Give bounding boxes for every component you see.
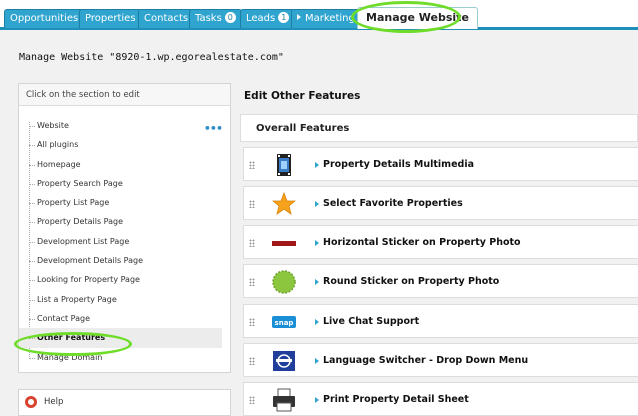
tab-label: Leads [246,13,276,24]
section-label: Overall Features [256,123,350,134]
section-tree-header: Click on the section to edit [19,84,230,106]
content-title: Edit Other Features [244,90,361,102]
sidebar-item-all-plugins[interactable]: All plugins [19,135,230,154]
sidebar-item-looking-for-property-page[interactable]: Looking for Property Page [19,270,230,289]
tasks-count-badge: 0 [224,12,236,23]
sidebar-item-development-list-page[interactable]: Development List Page [19,232,230,251]
drag-handle-icon[interactable] [249,200,255,208]
expand-arrow-icon[interactable] [315,162,319,168]
feature-label: Print Property Detail Sheet [323,394,469,405]
snap-chat-icon-text: snap [275,319,294,327]
sidebar-item-website[interactable]: Website ••• [19,116,230,135]
sidebar-item-property-list-page[interactable]: Property List Page [19,193,230,212]
sidebar-item-property-search-page[interactable]: Property Search Page [19,174,230,193]
tab-label: Tasks [195,13,222,24]
expand-arrow-icon[interactable] [315,240,319,246]
horizontal-sticker-icon [272,241,296,246]
tab-leads[interactable]: Leads 1 [240,9,296,28]
top-nav: Opportunities Properties Contacts Tasks 0… [0,0,638,33]
sidebar-item-label: Contact Page [37,313,91,323]
sidebar-item-label: Website [37,121,69,130]
drag-handle-icon[interactable] [249,396,255,404]
feature-row-print-property-detail-sheet[interactable]: Print Property Detail Sheet [243,382,638,416]
sidebar-item-property-details-page[interactable]: Property Details Page [19,212,230,231]
tab-contacts[interactable]: Contacts [138,9,195,28]
drag-handle-icon[interactable] [249,318,255,326]
expand-arrow-icon[interactable] [315,397,319,403]
expand-arrow-icon[interactable] [315,279,319,285]
sidebar-item-label: All plugins [37,140,79,150]
sidebar-item-label: List a Property Page [37,294,117,304]
feature-row-horizontal-sticker[interactable]: Horizontal Sticker on Property Photo [243,225,638,259]
section-tree-panel: Click on the section to edit Website •••… [18,83,231,373]
lifebuoy-icon [25,396,37,408]
help-label: Help [44,397,64,407]
sidebar-item-list-a-property-page[interactable]: List a Property Page [19,290,230,309]
leads-count-badge: 1 [278,12,290,23]
sidebar-item-label: Property Search Page [37,178,123,188]
drag-handle-icon[interactable] [249,239,255,247]
tab-properties[interactable]: Properties [79,9,142,28]
feature-label: Property Details Multimedia [323,159,474,170]
feature-label: Language Switcher - Drop Down Menu [323,355,529,366]
sidebar-item-label: Looking for Property Page [37,275,140,285]
sidebar-item-label: Development List Page [37,236,130,246]
expand-arrow-icon[interactable] [315,358,319,364]
film-icon [277,154,291,176]
page-title: Manage Website "8920-1.wp.egorealestate.… [19,52,284,63]
feature-label: Round Sticker on Property Photo [323,276,500,287]
feature-label: Select Favorite Properties [323,198,463,209]
feature-row-live-chat-support[interactable]: snap Live Chat Support [243,304,638,338]
drag-handle-icon[interactable] [249,161,255,169]
help-panel[interactable]: Help [18,389,231,416]
tab-tasks[interactable]: Tasks 0 [189,9,242,28]
tab-opportunities[interactable]: Opportunities [4,9,85,28]
overall-features-header: Overall Features [240,114,638,142]
feature-label: Live Chat Support [323,316,420,327]
sidebar-item-label: Development Details Page [37,256,144,266]
tab-label: Opportunities [10,13,79,24]
sidebar-item-label: Property List Page [37,198,110,208]
snap-chat-icon: snap [272,316,296,328]
feature-row-property-details-multimedia[interactable]: Property Details Multimedia [243,147,638,181]
sidebar-item-development-details-page[interactable]: Development Details Page [19,251,230,270]
language-flag-icon [273,351,295,371]
printer-icon [273,388,295,412]
sidebar-item-label: Homepage [37,159,81,169]
sidebar-item-homepage[interactable]: Homepage [19,155,230,174]
play-arrow-icon [297,14,301,20]
drag-handle-icon[interactable] [249,357,255,365]
expand-arrow-icon[interactable] [315,201,319,207]
sidebar-item-contact-page[interactable]: Contact Page [19,309,230,328]
expand-arrow-icon[interactable] [315,319,319,325]
sidebar-item-label: Property Details Page [37,217,124,227]
feature-row-language-switcher[interactable]: Language Switcher - Drop Down Menu [243,343,638,377]
tab-highlight-circle [351,1,461,33]
drag-handle-icon[interactable] [249,278,255,286]
round-sticker-icon [272,270,296,294]
selected-item-highlight-circle [14,332,132,356]
tab-label: Marketing [305,13,355,24]
feature-label: Horizontal Sticker on Property Photo [323,237,521,248]
section-tree: Website ••• All plugins Homepage Propert… [19,106,230,367]
feature-row-select-favorite-properties[interactable]: Select Favorite Properties [243,186,638,220]
tab-label: Contacts [144,13,189,24]
feature-row-round-sticker[interactable]: Round Sticker on Property Photo [243,264,638,298]
tab-label: Properties [85,13,136,24]
star-icon [272,192,296,215]
